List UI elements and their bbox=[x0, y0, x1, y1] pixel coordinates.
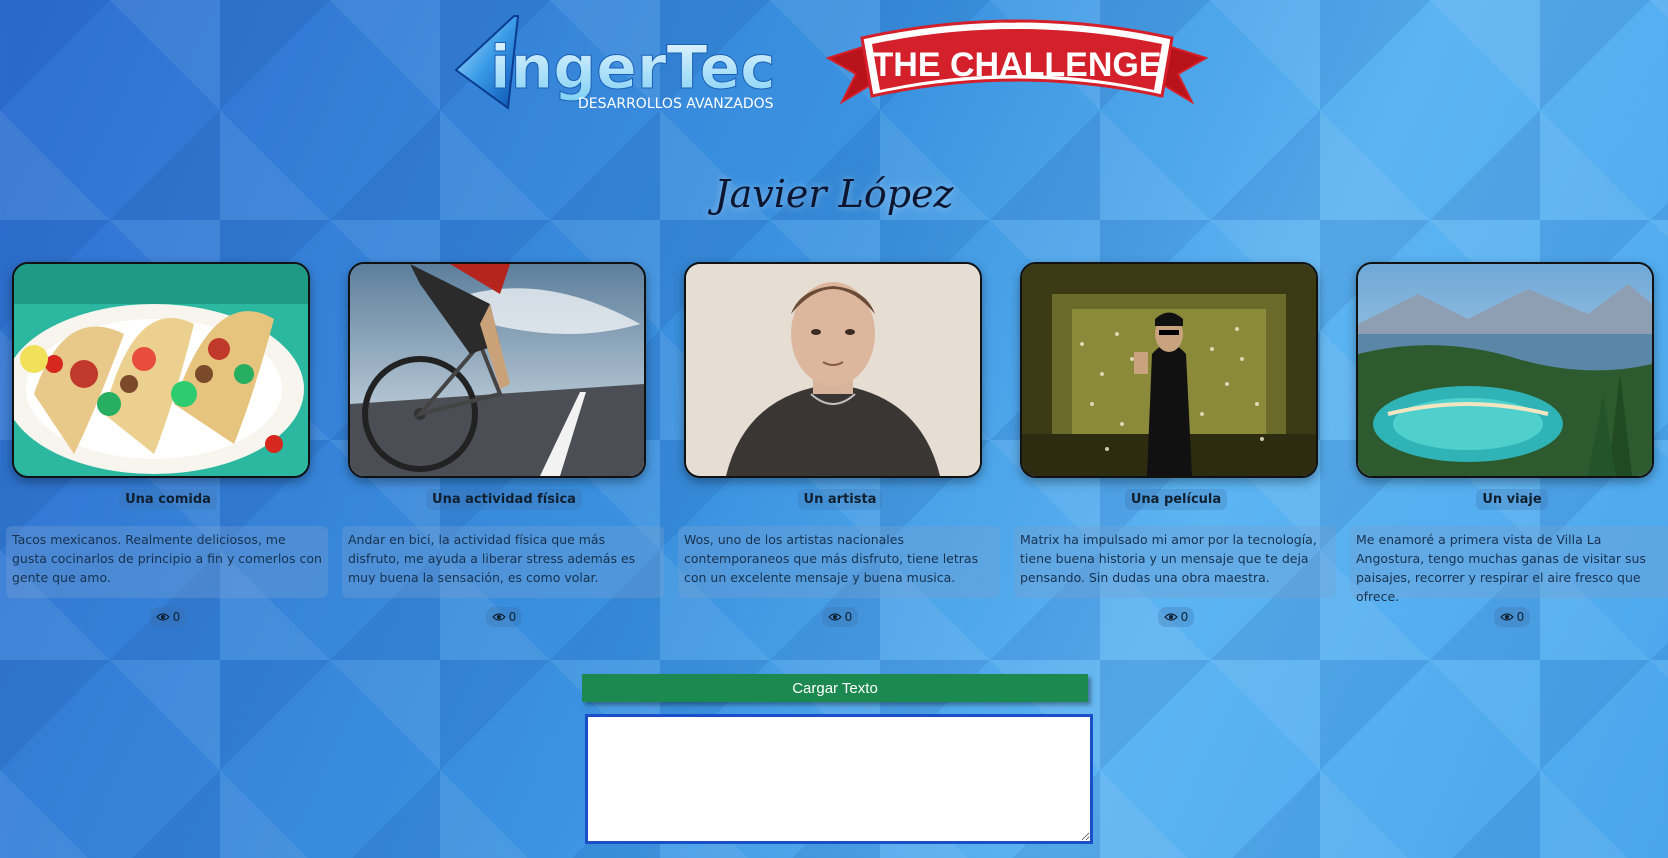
person-name-heading: Javier López bbox=[714, 172, 954, 216]
view-count-value: 0 bbox=[844, 610, 853, 624]
eye-icon bbox=[1499, 613, 1514, 621]
load-text-button[interactable]: Cargar Texto bbox=[582, 674, 1088, 702]
card-label: Un viaje bbox=[1476, 489, 1548, 510]
view-count: 0 bbox=[1493, 607, 1531, 627]
card-label: Una película bbox=[1124, 489, 1228, 510]
brand-tagline: DESARROLLOS AVANZADOS bbox=[578, 96, 774, 112]
view-count-value: 0 bbox=[1516, 610, 1525, 624]
page-header: ingerTec DESARROLLOS AVANZADOS THE CHALL… bbox=[0, 0, 1668, 140]
view-count: 0 bbox=[485, 607, 523, 627]
challenge-banner-text: THE CHALLENGE bbox=[873, 46, 1162, 84]
cycling-photo bbox=[348, 262, 646, 478]
card-label: Una actividad física bbox=[426, 489, 582, 510]
view-count: 0 bbox=[821, 607, 859, 627]
card-label: Una comida bbox=[119, 489, 217, 510]
eye-icon bbox=[827, 613, 842, 621]
card-description: Wos, uno de los artistas nacionales cont… bbox=[678, 526, 1000, 598]
tacos-photo bbox=[12, 262, 310, 478]
view-count: 0 bbox=[149, 607, 187, 627]
challenge-banner-logo: THE CHALLENGE bbox=[822, 10, 1212, 130]
view-count: 0 bbox=[1157, 607, 1195, 627]
lake-landscape-photo bbox=[1356, 262, 1654, 478]
view-count-value: 0 bbox=[172, 610, 181, 624]
eye-icon bbox=[155, 613, 170, 621]
ingertec-logo: ingerTec DESARROLLOS AVANZADOS bbox=[450, 10, 810, 120]
card-description: Me enamoré a primera vista de Villa La A… bbox=[1350, 526, 1668, 604]
card-description: Matrix ha impulsado mi amor por la tecno… bbox=[1014, 526, 1336, 598]
artist-portrait-photo bbox=[684, 262, 982, 478]
matrix-movie-still bbox=[1020, 262, 1318, 478]
eye-icon bbox=[1163, 613, 1178, 621]
card-label: Un artista bbox=[797, 489, 883, 510]
brand-name: ingerTec bbox=[490, 33, 776, 103]
text-input-area[interactable] bbox=[585, 714, 1093, 844]
view-count-value: 0 bbox=[1180, 610, 1189, 624]
view-count-value: 0 bbox=[508, 610, 517, 624]
card-description: Tacos mexicanos. Realmente deliciosos, m… bbox=[6, 526, 328, 598]
card-description: Andar en bici, la actividad física que m… bbox=[342, 526, 664, 598]
eye-icon bbox=[491, 613, 506, 621]
